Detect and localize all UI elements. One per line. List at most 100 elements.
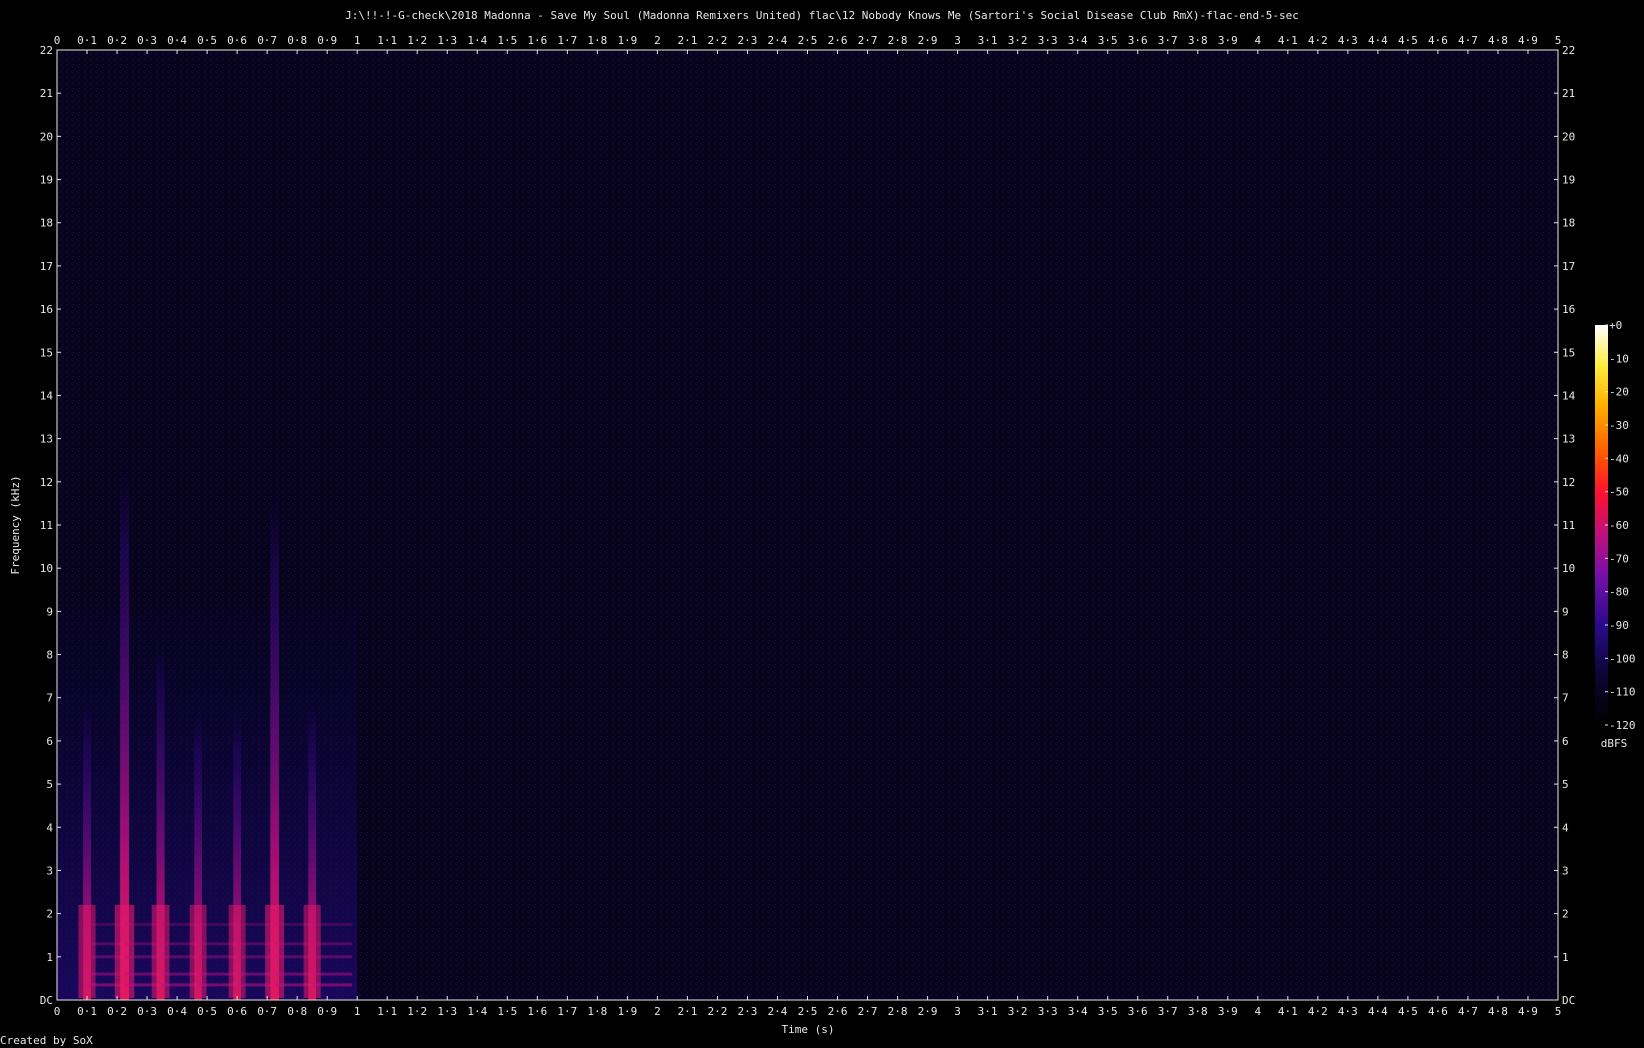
x-tick-label: 1·2 xyxy=(407,1005,427,1018)
y-tick-label: 7 xyxy=(1562,692,1569,705)
x-tick-label: 1·3 xyxy=(437,1005,457,1018)
y-tick-label: 5 xyxy=(46,778,53,791)
x-tick-label: 2·4 xyxy=(768,34,788,47)
x-tick-label: 4·2 xyxy=(1308,34,1328,47)
x-tick-label: 3·1 xyxy=(978,34,998,47)
x-tick-label: 0·5 xyxy=(197,1005,217,1018)
y-tick-label: DC xyxy=(1562,994,1575,1007)
x-tick-label: 3·9 xyxy=(1218,34,1238,47)
colorbar-tick-label: -120 xyxy=(1609,719,1636,732)
y-tick-label: 9 xyxy=(1562,605,1569,618)
x-tick-label: 3·2 xyxy=(1008,34,1028,47)
y-tick-label: 7 xyxy=(46,692,53,705)
y-tick-label: 13 xyxy=(1562,433,1575,446)
x-tick-label: 2 xyxy=(654,34,661,47)
colorbar-tick-label: -90 xyxy=(1609,619,1629,632)
x-tick-label: 3 xyxy=(954,34,961,47)
x-tick-label: 1·6 xyxy=(527,1005,547,1018)
x-tick-label: 1·8 xyxy=(587,1005,607,1018)
x-tick-label: 3·7 xyxy=(1158,34,1178,47)
x-tick-label: 3·7 xyxy=(1158,1005,1178,1018)
y-tick-label: 6 xyxy=(1562,735,1569,748)
x-tick-label: 0 xyxy=(54,1005,61,1018)
x-tick-label: 1·5 xyxy=(497,1005,517,1018)
y-tick-label: 11 xyxy=(40,519,53,532)
y-tick-label: 21 xyxy=(1562,87,1575,100)
x-tick-label: 0·6 xyxy=(227,34,247,47)
x-tick-label: 1·9 xyxy=(617,34,637,47)
y-tick-label: 2 xyxy=(1562,908,1569,921)
x-tick-label: 1·4 xyxy=(467,1005,487,1018)
x-tick-label: 0·5 xyxy=(197,34,217,47)
x-tick-label: 4·9 xyxy=(1518,34,1538,47)
x-tick-label: 4·5 xyxy=(1398,34,1418,47)
x-tick-label: 4 xyxy=(1254,1005,1261,1018)
x-tick-label: 2·6 xyxy=(828,34,848,47)
colorbar-tick-label: -20 xyxy=(1609,386,1629,399)
y-tick-label: 11 xyxy=(1562,519,1575,532)
y-tick-label: 15 xyxy=(1562,346,1575,359)
y-tick-label: 5 xyxy=(1562,778,1569,791)
y-tick-label: 22 xyxy=(1562,44,1575,57)
harmonic-band xyxy=(312,922,353,926)
colorbar: +0 -10 -20 -30 -40 -50 -60 -70 -80 -90 -100 -110 -12… xyxy=(1595,319,1636,750)
y-tick-label: 2 xyxy=(46,908,53,921)
x-tick-label: 3·1 xyxy=(978,1005,998,1018)
x-tick-label: 1 xyxy=(354,34,361,47)
x-tick-label: 1·7 xyxy=(557,34,577,47)
x-tick-label: 0·1 xyxy=(77,34,97,47)
x-tick-label: 3·6 xyxy=(1128,1005,1148,1018)
x-tick-label: 0 xyxy=(54,34,61,47)
x-tick-label: 1 xyxy=(354,1005,361,1018)
x-tick-label: 1·7 xyxy=(557,1005,577,1018)
y-tick-label: 17 xyxy=(40,260,53,273)
y-tick-label: 9 xyxy=(46,605,53,618)
x-tick-label: 4·3 xyxy=(1338,1005,1358,1018)
x-tick-label: 4·6 xyxy=(1428,1005,1448,1018)
x-tick-label: 0·8 xyxy=(287,34,307,47)
x-tick-label: 2·7 xyxy=(858,34,878,47)
x-tick-label: 5 xyxy=(1555,1005,1562,1018)
x-tick-label: 3·9 xyxy=(1218,1005,1238,1018)
x-tick-label: 4·8 xyxy=(1488,34,1508,47)
colorbar-tick-label: -10 xyxy=(1609,352,1629,365)
x-tick-label: 3·4 xyxy=(1068,1005,1088,1018)
x-tick-label: 4·7 xyxy=(1458,34,1478,47)
x-tick-label: 3·8 xyxy=(1188,1005,1208,1018)
x-tick-label: 2·9 xyxy=(918,34,938,47)
x-tick-label: 2·5 xyxy=(798,1005,818,1018)
x-tick-label: 4·4 xyxy=(1368,1005,1388,1018)
y-tick-label: 16 xyxy=(1562,303,1575,316)
y-tick-label: 3 xyxy=(46,864,53,877)
plot-area xyxy=(56,49,1559,1001)
x-tick-label: 2·4 xyxy=(768,1005,788,1018)
x-tick-label: 1·8 xyxy=(587,34,607,47)
x-tick-label: 1·1 xyxy=(377,1005,397,1018)
x-tick-label: 3·5 xyxy=(1098,34,1118,47)
x-tick-label: 0·2 xyxy=(107,1005,127,1018)
y-tick-label: 20 xyxy=(40,130,53,143)
y-tick-label: 12 xyxy=(1562,476,1575,489)
x-tick-label: 0·7 xyxy=(257,1005,277,1018)
colorbar-tick-label: -100 xyxy=(1609,652,1636,665)
y-tick-label: 14 xyxy=(1562,389,1576,402)
y-tick-label: 14 xyxy=(40,389,54,402)
y-tick-label: 19 xyxy=(40,174,53,187)
x-tick-label: 3 xyxy=(954,1005,961,1018)
y-tick-label: 4 xyxy=(46,821,53,834)
x-tick-label: 2·1 xyxy=(677,34,697,47)
y-tick-label: 1 xyxy=(1562,951,1569,964)
harmonic-band xyxy=(312,955,353,959)
y-tick-label: 15 xyxy=(40,346,53,359)
x-tick-label: 0·4 xyxy=(167,1005,187,1018)
chart-title: J:\!!-!-G-check\2018 Madonna - Save My S… xyxy=(345,9,1299,22)
x-tick-label: 1·2 xyxy=(407,34,427,47)
x-tick-label: 2·2 xyxy=(708,1005,728,1018)
footer-credit: Created by SoX xyxy=(0,1034,93,1047)
y-tick-label: 6 xyxy=(46,735,53,748)
x-tick-label: 3·3 xyxy=(1038,34,1058,47)
x-tick-label: 4·1 xyxy=(1278,34,1298,47)
x-tick-label: 2·6 xyxy=(828,1005,848,1018)
x-tick-label: 1·4 xyxy=(467,34,487,47)
harmonic-band xyxy=(312,972,353,976)
